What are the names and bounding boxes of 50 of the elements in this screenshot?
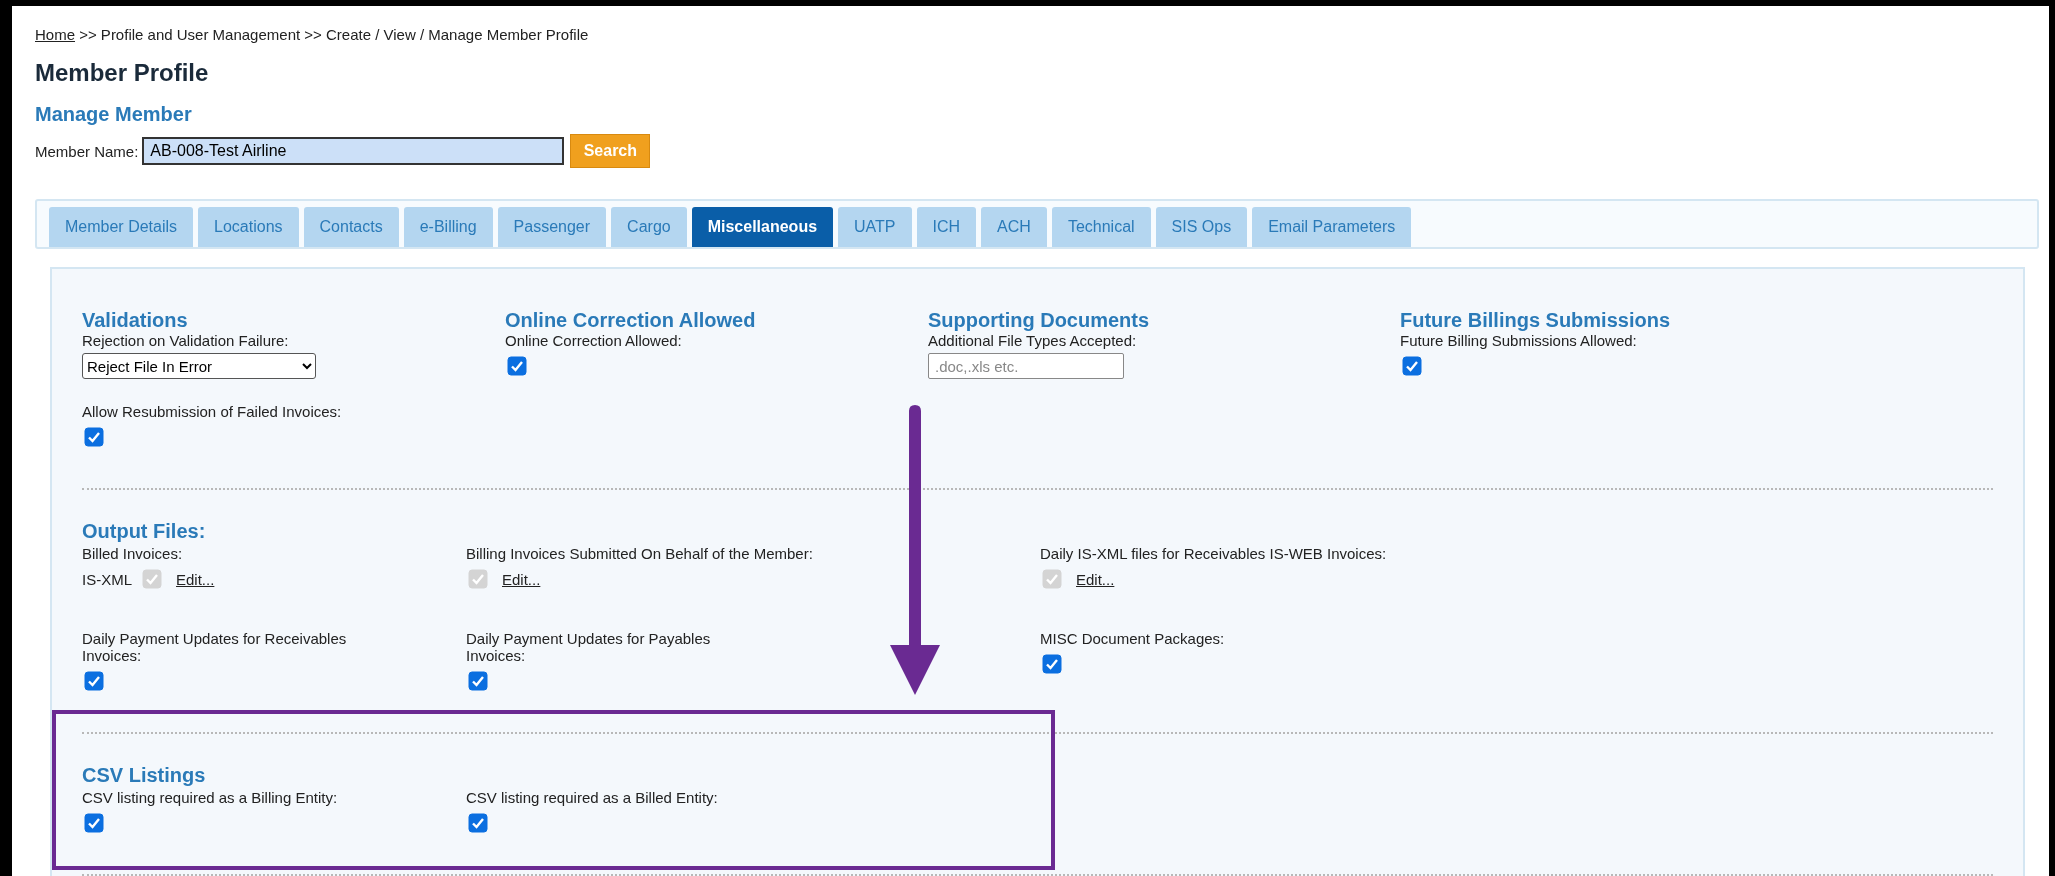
section-heading: CSV Listings [82,764,207,787]
field-label: CSV listing required as a Billed Entity: [466,789,719,806]
search-button[interactable]: Search [570,134,651,168]
tab[interactable]: Miscellaneous [691,207,834,247]
tab[interactable]: Member Details [49,207,194,247]
field-label: Daily IS-XML files for Receivables IS-WEB Invoices: [1040,545,1388,562]
tab[interactable]: Cargo [611,207,687,247]
input-field[interactable]: .doc,.xls etc. [928,353,1124,379]
section-heading: Supporting Documents [928,309,1151,332]
field-label: Billing Invoices Submitted On Behalf of the Member: [466,545,814,562]
tab[interactable]: UATP [838,207,912,247]
field-label: Member Name: [35,142,139,160]
tab[interactable]: e-Billing [403,207,493,247]
field-label: Daily Payment Updates for Receivables Invoices: [82,630,348,664]
field-label: MISC Document Packages: [1040,630,1226,647]
checkbox[interactable] [468,813,488,833]
breadcrumb-trail: >> Profile and User Management >> Create / View / Manage Member Profile [78,26,589,43]
page-title: Member Profile [35,59,210,88]
section-heading: Future Billings Submissions [1400,309,1672,332]
checkbox[interactable] [1042,654,1062,674]
section-heading: Output Files: [82,520,207,543]
checkbox[interactable] [507,356,527,376]
tab[interactable]: Contacts [303,207,399,247]
breadcrumb-link[interactable]: Home [35,26,75,43]
tab[interactable]: Passenger [497,207,607,247]
tab[interactable]: Email Parameters [1252,207,1412,247]
format-label: IS-XML [82,570,132,588]
member-name-field[interactable]: AB-008-Test Airline [142,137,565,165]
tab[interactable]: Locations [198,207,299,247]
checkbox[interactable] [1402,356,1422,376]
field-label: Online Correction Allowed: [505,332,683,349]
field-label: CSV listing required as a Billing Entity: [82,789,339,806]
field-label: Additional File Types Accepted: [928,332,1138,349]
field-label: Billed Invoices: [82,545,184,562]
field-label: Allow Resubmission of Failed Invoices: [82,403,343,420]
field-label: Daily Payment Updates for Payables Invoices: [466,630,712,664]
field-label: Future Billing Submissions Allowed: [1400,332,1638,349]
section-heading: Online Correction Allowed [505,309,757,332]
checkbox[interactable] [84,813,104,833]
tab[interactable]: ACH [981,207,1047,247]
checkbox[interactable] [84,427,104,447]
section-title: Manage Member [35,103,193,127]
section-heading: Validations [82,309,189,332]
field-label: Rejection on Validation Failure: [82,332,290,349]
tab[interactable]: ICH [916,207,977,247]
tab[interactable]: SIS Ops [1155,207,1248,247]
checkbox[interactable] [468,671,488,691]
tab[interactable]: Technical [1051,207,1151,247]
checkbox[interactable] [84,671,104,691]
dropdown[interactable]: Reject File In Error [82,353,316,379]
